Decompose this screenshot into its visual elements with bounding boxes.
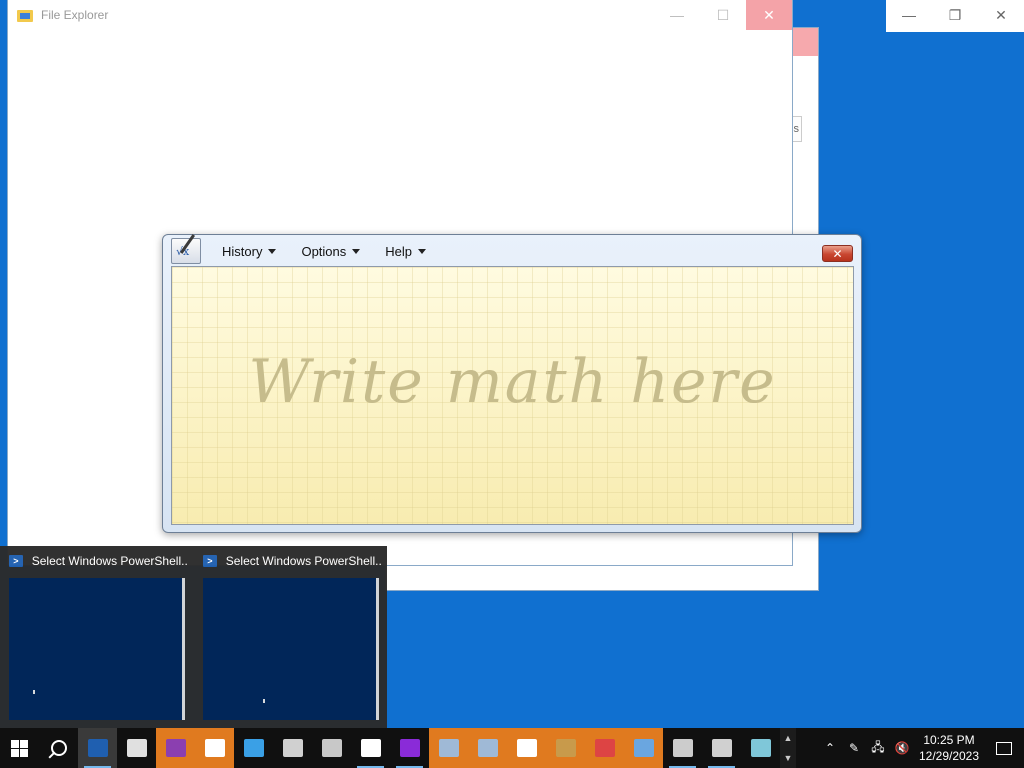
mixed-reality-icon xyxy=(399,739,420,757)
powershell-icon: > xyxy=(9,555,23,567)
menu-help[interactable]: Help xyxy=(381,241,430,262)
top-right-window-caption: — ❐ ✕ xyxy=(886,0,1024,32)
compass-icon xyxy=(594,739,615,757)
minimize-button[interactable]: — xyxy=(886,0,932,30)
winrar-icon xyxy=(165,739,186,757)
taskbar-app-button[interactable] xyxy=(468,728,507,768)
close-button[interactable]: ✕ xyxy=(746,0,792,30)
taskbar-app-button[interactable] xyxy=(117,728,156,768)
search-icon xyxy=(50,740,67,756)
taskbar-scroll[interactable]: ▲ ▼ xyxy=(780,728,796,768)
taskbar-thumbnail-popup: > Select Windows PowerShell... > Select … xyxy=(0,546,387,728)
restore-button[interactable]: ❐ xyxy=(932,0,978,30)
shapes-icon xyxy=(282,739,303,757)
volume-muted-icon[interactable]: 🔇 xyxy=(890,728,914,768)
search-button[interactable] xyxy=(39,728,78,768)
menu-options[interactable]: Options xyxy=(297,241,364,262)
xbox-icon xyxy=(204,739,225,757)
taskbar-app-button[interactable] xyxy=(702,728,741,768)
package-icon xyxy=(555,739,576,757)
taskbar-app-button[interactable] xyxy=(234,728,273,768)
taskbar-app-button[interactable] xyxy=(624,728,663,768)
settings-gear-icon xyxy=(516,739,537,757)
math-input-toolbar: √x History Options Help xyxy=(163,234,861,267)
taskbar-app-button[interactable] xyxy=(390,728,429,768)
windows-logo-icon xyxy=(11,739,28,757)
system-tray: ⌃ ✎ 🖧 🔇 10:25 PM 12/29/2023 xyxy=(818,728,1024,768)
camera-icon xyxy=(360,739,381,757)
file-explorer-titlebar[interactable]: File Explorer — ☐ ✕ xyxy=(8,0,792,30)
show-hidden-icons-button[interactable]: ⌃ xyxy=(818,728,842,768)
pen-icon[interactable]: ✎ xyxy=(842,728,866,768)
powershell-icon xyxy=(87,739,108,757)
close-button[interactable]: ✕ xyxy=(978,0,1024,30)
clock-date: 12/29/2023 xyxy=(918,749,980,763)
taskbar-app-button[interactable] xyxy=(312,728,351,768)
taskbar-app-button[interactable] xyxy=(741,728,780,768)
image-viewer-icon xyxy=(321,739,342,757)
action-center-button[interactable] xyxy=(984,728,1024,768)
file-explorer-title: File Explorer xyxy=(41,8,109,22)
remote-desktop-icon xyxy=(711,739,732,757)
chevron-down-icon xyxy=(418,248,427,254)
chevron-down-icon[interactable]: ▼ xyxy=(784,753,793,763)
taskbar-app-button[interactable] xyxy=(546,728,585,768)
chevron-up-icon[interactable]: ▲ xyxy=(784,733,793,743)
notification-icon xyxy=(996,741,1012,755)
start-button[interactable] xyxy=(0,728,39,768)
clock-time: 10:25 PM xyxy=(923,733,975,747)
clock[interactable]: 10:25 PM 12/29/2023 xyxy=(914,732,984,764)
chevron-down-icon xyxy=(268,248,277,254)
taskbar-app-button[interactable] xyxy=(195,728,234,768)
writing-hint: Write math here xyxy=(248,347,777,417)
window-app-icon-1 xyxy=(438,739,459,757)
terminal-icon xyxy=(672,739,693,757)
network-icon[interactable]: 🖧 xyxy=(866,728,890,768)
taskbar-app-button[interactable] xyxy=(351,728,390,768)
thumbnail-preview[interactable] xyxy=(203,578,379,720)
thumbnail-preview[interactable] xyxy=(9,578,185,720)
phone-icon xyxy=(243,739,264,757)
taskbar: ▲ ▼ ⌃ ✎ 🖧 🔇 10:25 PM 12/29/2023 xyxy=(0,728,1024,768)
folder-icon xyxy=(17,8,33,22)
thumbnail-title: Select Windows PowerShell... xyxy=(225,554,382,568)
taskbar-app-button[interactable] xyxy=(429,728,468,768)
math-panel-close-button[interactable]: ✕ xyxy=(822,245,853,262)
thumbnail-title: Select Windows PowerShell... xyxy=(31,554,188,568)
math-writing-area[interactable]: Write math here xyxy=(171,266,854,525)
taskbar-app-button[interactable] xyxy=(585,728,624,768)
taskbar-app-button[interactable] xyxy=(78,728,117,768)
powershell-icon: > xyxy=(203,555,217,567)
taskbar-app-button[interactable] xyxy=(273,728,312,768)
window-app-icon-2 xyxy=(477,739,498,757)
taskbar-app-button[interactable] xyxy=(507,728,546,768)
chevron-down-icon xyxy=(352,248,361,254)
maximize-button[interactable]: ☐ xyxy=(700,0,746,30)
snipping-icon xyxy=(633,739,654,757)
paint-icon xyxy=(126,739,147,757)
math-input-app-icon: √x xyxy=(171,234,201,264)
taskbar-app-button[interactable] xyxy=(663,728,702,768)
background-window-close-button[interactable] xyxy=(790,28,818,56)
taskbar-app-button[interactable] xyxy=(156,728,195,768)
minimize-button[interactable]: — xyxy=(654,0,700,30)
math-input-panel[interactable]: √x History Options Help ✕ Write math her… xyxy=(162,234,862,533)
notes-icon xyxy=(750,739,771,757)
menu-history[interactable]: History xyxy=(218,241,280,262)
powershell-thumbnail[interactable]: > Select Windows PowerShell... xyxy=(0,546,188,728)
powershell-thumbnail[interactable]: > Select Windows PowerShell... xyxy=(194,546,382,728)
